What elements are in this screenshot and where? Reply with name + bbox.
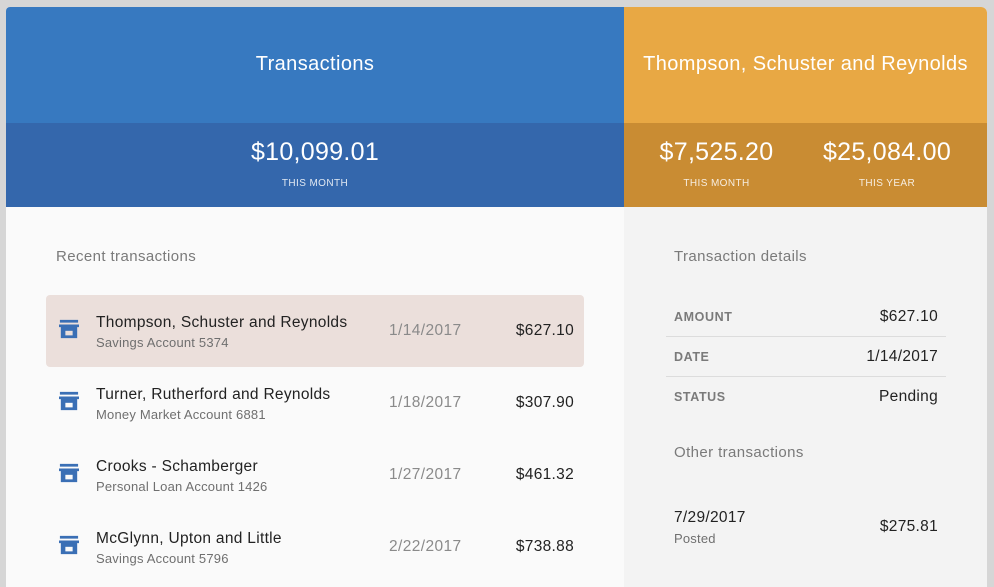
detail-date-row: DATE 1/14/2017	[666, 337, 946, 377]
other-transactions-title: Other transactions	[674, 444, 804, 461]
transaction-merchant: Crooks - Schamberger	[96, 458, 258, 475]
transaction-merchant: Thompson, Schuster and Reynolds	[96, 314, 348, 331]
detail-date-key: DATE	[674, 349, 710, 364]
transaction-date: 2/22/2017	[389, 538, 462, 555]
transactions-card: Transactions $10,099.01 THIS MONTH Thomp…	[6, 7, 987, 587]
detail-amount-row: AMOUNT $627.10	[666, 297, 946, 337]
transaction-date: 1/14/2017	[389, 322, 462, 339]
detail-amount-value: $627.10	[879, 307, 938, 325]
transaction-details-panel: Transaction details AMOUNT $627.10 DATE …	[624, 207, 987, 587]
transaction-merchant: McGlynn, Upton and Little	[96, 530, 282, 547]
transaction-merchant: Turner, Rutherford and Reynolds	[96, 386, 331, 403]
transaction-row[interactable]: Turner, Rutherford and Reynolds Money Ma…	[46, 367, 584, 439]
transaction-account: Savings Account 5796	[96, 551, 229, 566]
monthly-total: $10,099.01 THIS MONTH	[251, 123, 379, 189]
recent-transactions-panel: Recent transactions Thompson, Schuster a…	[6, 207, 624, 587]
details-table: AMOUNT $627.10 DATE 1/14/2017 STATUS Pen…	[666, 297, 946, 417]
transaction-details-title: Transaction details	[674, 248, 807, 265]
detail-status-key: STATUS	[674, 390, 726, 404]
store-icon	[59, 319, 79, 339]
merchant-month-stat: $7,525.20 THIS MONTH	[659, 123, 774, 189]
transactions-header: Transactions $10,099.01 THIS MONTH	[6, 7, 624, 207]
merchant-year-amount: $25,084.00	[822, 138, 952, 166]
transaction-row[interactable]: McGlynn, Upton and Little Savings Accoun…	[46, 511, 584, 583]
transaction-amount: $461.32	[515, 466, 574, 483]
transaction-account: Savings Account 5374	[96, 335, 229, 350]
transactions-stat-band: $10,099.01 THIS MONTH	[6, 123, 624, 207]
merchant-header: Thompson, Schuster and Reynolds $7,525.2…	[624, 7, 987, 207]
detail-date-value: 1/14/2017	[866, 347, 938, 365]
merchant-month-label: THIS MONTH	[683, 178, 750, 189]
transaction-amount: $307.90	[515, 394, 574, 411]
store-icon	[59, 463, 79, 483]
merchant-month-amount: $7,525.20	[659, 138, 774, 166]
transaction-amount: $627.10	[515, 322, 574, 339]
store-icon	[59, 391, 79, 411]
merchant-year-stat: $25,084.00 THIS YEAR	[822, 123, 952, 189]
merchant-title: Thompson, Schuster and Reynolds	[624, 7, 987, 123]
other-transaction-item[interactable]: 7/29/2017 Posted $275.81	[674, 509, 946, 546]
recent-transactions-title: Recent transactions	[56, 248, 197, 265]
transaction-amount: $738.88	[515, 538, 574, 555]
transaction-date: 1/18/2017	[389, 394, 462, 411]
merchant-year-label: THIS YEAR	[858, 178, 916, 189]
transaction-account: Personal Loan Account 1426	[96, 479, 268, 494]
detail-amount-key: AMOUNT	[674, 309, 733, 324]
monthly-total-amount: $10,099.01	[250, 138, 380, 166]
other-transaction-amount: $275.81	[879, 518, 938, 535]
transactions-title: Transactions	[6, 7, 624, 123]
transaction-account: Money Market Account 6881	[96, 407, 266, 422]
monthly-total-label: THIS MONTH	[281, 178, 349, 189]
merchant-stat-band: $7,525.20 THIS MONTH $25,084.00 THIS YEA…	[624, 123, 987, 207]
store-icon	[59, 535, 79, 555]
detail-status-value: Pending	[879, 388, 938, 405]
transaction-row[interactable]: Crooks - Schamberger Personal Loan Accou…	[46, 439, 584, 511]
transaction-date: 1/27/2017	[389, 466, 462, 483]
transaction-row[interactable]: Thompson, Schuster and Reynolds Savings …	[46, 295, 584, 367]
detail-status-row: STATUS Pending	[666, 377, 946, 417]
